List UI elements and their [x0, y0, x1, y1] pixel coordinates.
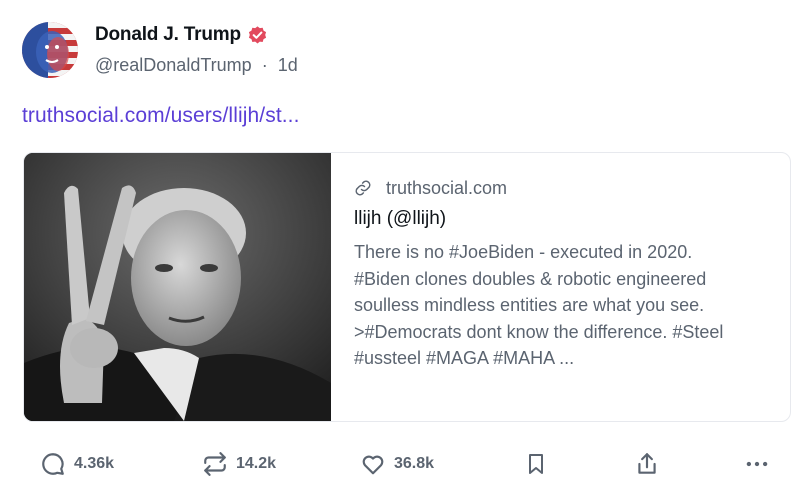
- reply-count: 4.36k: [74, 455, 115, 472]
- post-link[interactable]: truthsocial.com/users/llijh/st...: [22, 104, 300, 128]
- share-icon: [634, 451, 660, 477]
- more-icon: [744, 451, 770, 477]
- heart-icon: [360, 451, 386, 477]
- like-count: 36.8k: [394, 455, 435, 472]
- author-name[interactable]: Donald J. Trump: [95, 24, 241, 46]
- repost-icon: [202, 451, 228, 477]
- reply-icon: [40, 451, 66, 477]
- card-domain: truthsocial.com: [386, 177, 508, 198]
- meta-separator: ·: [261, 55, 268, 75]
- post: Donald J. Trump @realDonaldTrump · 1d tr…: [0, 0, 812, 500]
- card-body: truthsocial.com llijh (@llijh) There is …: [354, 176, 774, 372]
- card-image: [24, 153, 331, 421]
- bookmark-icon: [524, 451, 548, 477]
- card-description: There is no #JoeBiden - executed in 2020…: [354, 242, 724, 368]
- author-meta: @realDonaldTrump · 1d: [95, 55, 298, 76]
- link-preview-card[interactable]: truthsocial.com llijh (@llijh) There is …: [23, 152, 791, 422]
- like-button[interactable]: 36.8k: [360, 444, 434, 484]
- card-domain-row: truthsocial.com: [354, 176, 774, 200]
- card-title: llijh (@llijh): [354, 208, 447, 229]
- avatar-image: [22, 22, 78, 78]
- repost-button[interactable]: 14.2k: [202, 444, 276, 484]
- author-handle[interactable]: @realDonaldTrump: [95, 55, 252, 76]
- avatar[interactable]: [22, 22, 78, 78]
- bookmark-button[interactable]: [524, 444, 548, 484]
- link-icon: [354, 179, 372, 197]
- share-button[interactable]: [634, 444, 660, 484]
- action-bar: 4.36k 14.2k 36.8k: [0, 444, 812, 484]
- reply-button[interactable]: 4.36k: [40, 444, 114, 484]
- post-age[interactable]: 1d: [278, 55, 298, 76]
- verified-badge-icon: [247, 25, 268, 46]
- author-row: Donald J. Trump: [95, 22, 268, 48]
- more-button[interactable]: [744, 444, 770, 484]
- repost-count: 14.2k: [236, 455, 277, 472]
